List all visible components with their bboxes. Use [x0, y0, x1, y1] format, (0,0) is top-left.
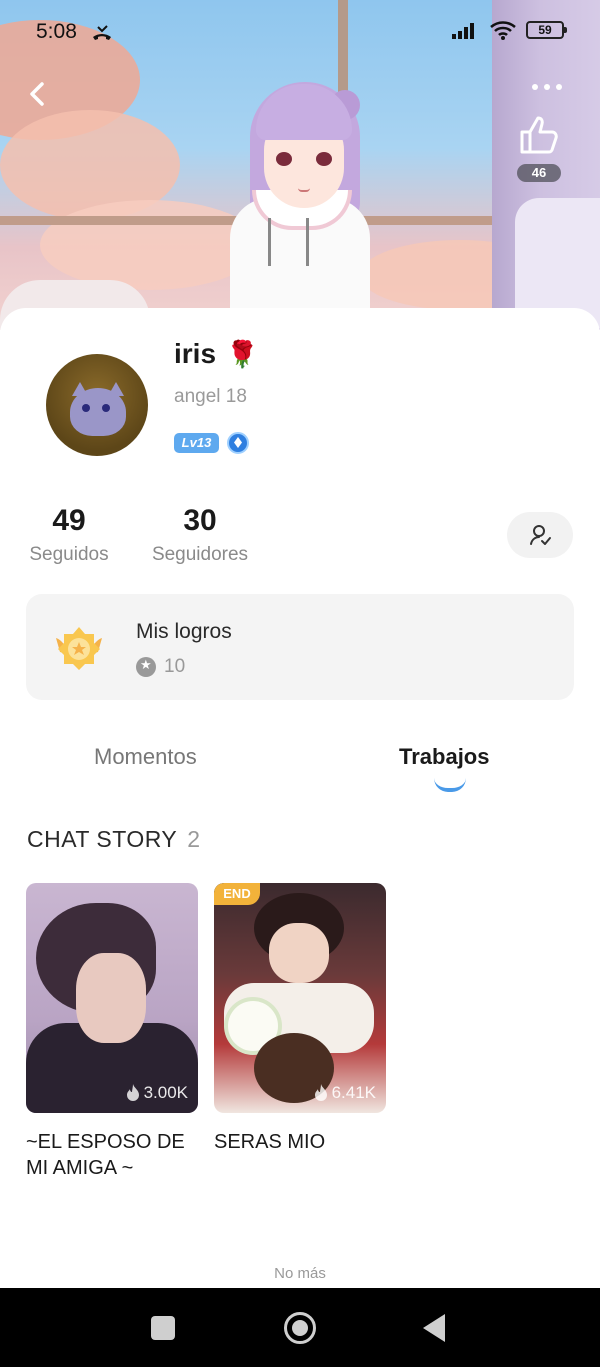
story-views: 3.00K	[126, 1083, 188, 1103]
end-badge: END	[214, 883, 260, 905]
system-nav-bar	[0, 1288, 600, 1367]
flame-icon	[126, 1084, 139, 1101]
achievements-title: Mis logros	[136, 620, 232, 643]
following-label: Seguidos	[29, 544, 109, 565]
tab-momentos[interactable]: Momentos	[94, 744, 197, 770]
following-count: 49	[52, 504, 86, 537]
profile-subname: angel 18	[174, 386, 247, 407]
section-title: CHAT STORY	[27, 826, 178, 852]
profile-name-text: iris	[174, 338, 217, 369]
gem-badge-icon[interactable]	[227, 432, 249, 454]
achievements-count: 10	[164, 656, 186, 677]
back-arrow-icon[interactable]	[24, 78, 52, 110]
star-icon	[136, 657, 156, 677]
section-count: 2	[187, 826, 201, 852]
end-of-list-label: No más	[274, 1265, 326, 1282]
recent-apps-icon[interactable]	[151, 1316, 175, 1340]
more-options-button[interactable]	[532, 84, 562, 90]
story-cover[interactable]: 3.00K	[26, 883, 198, 1113]
achievements-count-row: 10	[136, 656, 185, 678]
story-views-count: 6.41K	[331, 1083, 376, 1102]
avatar[interactable]	[46, 354, 148, 456]
cloud-decoration	[40, 200, 260, 290]
story-card[interactable]: 3.00K ~EL ESPOSO DE MI AMIGA ~	[26, 883, 198, 1181]
story-cover[interactable]: END 6.41K	[214, 883, 386, 1113]
avatar-character	[228, 78, 378, 330]
story-views: 6.41K	[314, 1083, 376, 1103]
story-card[interactable]: END 6.41K SERAS MIO	[214, 883, 386, 1155]
status-icons: 59	[452, 20, 567, 40]
story-views-count: 3.00K	[143, 1083, 188, 1102]
story-title[interactable]: ~EL ESPOSO DE MI AMIGA ~	[26, 1129, 198, 1181]
signal-icon	[452, 23, 474, 39]
wifi-icon	[490, 21, 516, 40]
missed-call-icon	[93, 25, 111, 40]
followers-stat[interactable]: 30 Seguidores	[148, 504, 252, 566]
achievements-card[interactable]: Mis logros 10	[26, 594, 574, 700]
flame-icon	[314, 1084, 327, 1101]
status-time: 5:08	[36, 20, 77, 43]
thumbs-up-icon[interactable]	[516, 112, 562, 158]
like-count: 46	[517, 164, 561, 182]
battery-icon: 59	[526, 21, 567, 39]
rose-icon: 🌹	[226, 338, 259, 369]
back-icon[interactable]	[423, 1314, 445, 1342]
follow-status-button[interactable]	[507, 512, 573, 558]
story-title[interactable]: SERAS MIO	[214, 1129, 386, 1155]
tab-trabajos[interactable]: Trabajos	[399, 744, 489, 770]
profile-name: iris 🌹	[174, 338, 258, 370]
level-badge[interactable]: Lv13	[174, 433, 219, 453]
home-icon[interactable]	[284, 1312, 316, 1344]
section-header: CHAT STORY 2	[27, 826, 201, 853]
followers-count: 30	[183, 504, 217, 537]
user-check-icon	[530, 525, 551, 545]
following-stat[interactable]: 49 Seguidos	[26, 504, 112, 566]
medal-icon	[56, 627, 102, 670]
followers-label: Seguidores	[151, 544, 249, 565]
profile-banner: 5:08 59 46	[0, 0, 600, 330]
